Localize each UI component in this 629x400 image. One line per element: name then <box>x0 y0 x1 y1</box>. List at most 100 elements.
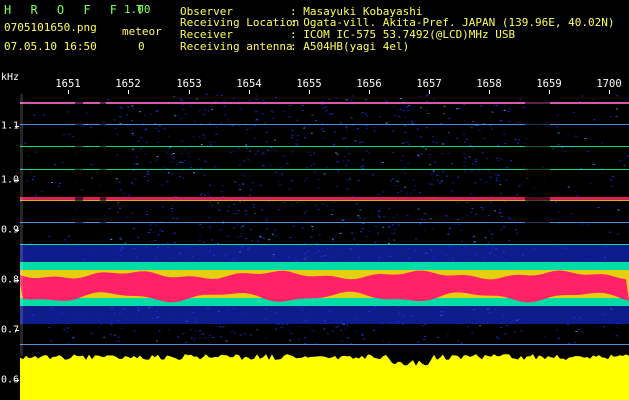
noise-speck <box>469 145 472 146</box>
noise-speck <box>279 183 282 185</box>
noise-speck <box>499 158 502 160</box>
noise-speck <box>131 120 133 122</box>
noise-speck <box>463 161 466 163</box>
noise-speck <box>281 327 284 329</box>
noise-speck <box>132 108 135 110</box>
noise-speck <box>190 337 193 339</box>
noise-speck <box>262 100 265 102</box>
noise-speck <box>145 128 148 130</box>
noise-speck <box>491 111 494 113</box>
noise-speck <box>417 341 420 343</box>
noise-speck <box>171 154 174 156</box>
noise-speck <box>295 143 298 145</box>
noise-speck <box>267 150 270 152</box>
noise-speck <box>497 175 500 177</box>
noise-speck <box>271 111 274 113</box>
noise-speck <box>147 180 150 182</box>
noise-speck <box>271 233 274 235</box>
noise-speck <box>213 166 216 168</box>
noise-speck <box>26 180 29 182</box>
noise-speck <box>129 193 132 195</box>
noise-speck <box>519 98 522 100</box>
noise-speck <box>283 201 286 203</box>
noise-speck <box>119 116 122 118</box>
noise-speck <box>394 115 397 117</box>
noise-speck <box>179 98 182 100</box>
noise-speck <box>346 188 349 190</box>
noise-speck <box>203 114 206 116</box>
noise-speck <box>193 120 196 122</box>
noise-speck <box>345 127 347 129</box>
noise-speck <box>59 182 61 184</box>
noise-speck <box>106 99 109 100</box>
noise-speck <box>364 113 367 115</box>
noise-speck <box>459 229 462 231</box>
noise-speck <box>417 208 420 210</box>
noise-speck <box>126 216 129 218</box>
noise-speck <box>499 208 501 210</box>
noise-speck <box>557 132 560 134</box>
noise-speck <box>310 132 313 134</box>
noise-speck <box>340 219 343 221</box>
datetime-label: 07.05.10 16:50 <box>4 40 97 53</box>
noise-speck <box>290 332 293 334</box>
noise-speck <box>500 193 503 195</box>
noise-speck <box>256 240 259 242</box>
noise-speck <box>269 164 272 166</box>
noise-speck <box>473 241 476 243</box>
noise-speck <box>261 113 264 115</box>
noise-speck <box>403 116 406 118</box>
noise-speck <box>603 326 606 328</box>
noise-speck <box>412 123 415 124</box>
noise-speck <box>522 106 525 108</box>
noise-speck <box>212 337 214 338</box>
noise-speck <box>508 121 511 123</box>
noise-speck <box>274 96 277 98</box>
header-panel: H R O F F T 1.00 0705101650.png 07.05.10… <box>0 0 629 72</box>
noise-speck <box>238 184 240 186</box>
noise-speck <box>464 157 467 159</box>
noise-speck <box>423 229 426 231</box>
noise-speck <box>145 211 148 213</box>
noise-speck <box>268 201 271 202</box>
noise-speck <box>118 341 121 342</box>
noise-speck <box>324 106 327 108</box>
noise-speck <box>290 180 293 182</box>
noise-speck <box>382 226 385 228</box>
noise-speck <box>346 324 349 326</box>
noise-speck <box>440 123 443 125</box>
noise-speck <box>198 239 201 241</box>
noise-speck <box>156 155 159 157</box>
noise-speck <box>552 148 555 150</box>
noise-speck <box>504 333 507 335</box>
noise-speck <box>333 143 336 145</box>
noise-speck <box>190 329 192 330</box>
noise-speck <box>170 208 173 209</box>
noise-speck <box>127 106 130 108</box>
noise-speck <box>343 156 346 157</box>
noise-speck <box>66 111 69 113</box>
noise-speck <box>244 238 247 240</box>
noise-speck <box>245 144 248 146</box>
noise-speck <box>382 191 385 193</box>
noise-speck <box>193 172 195 174</box>
noise-speck <box>453 223 456 225</box>
noise-speck <box>182 177 185 179</box>
noise-speck <box>228 206 231 208</box>
noise-speck <box>275 171 278 173</box>
noise-speck <box>238 164 241 166</box>
noise-speck <box>292 225 295 227</box>
noise-speck <box>177 336 180 338</box>
noise-speck <box>174 232 177 234</box>
noise-speck <box>485 181 487 183</box>
noise-speck <box>323 173 326 175</box>
noise-speck <box>140 148 143 150</box>
noise-speck <box>54 163 57 165</box>
noise-speck <box>396 109 399 111</box>
noise-speck <box>131 212 134 214</box>
noise-speck <box>423 219 426 220</box>
noise-speck <box>331 330 334 332</box>
noise-speck <box>184 113 187 115</box>
noise-speck <box>211 109 213 111</box>
noise-speck <box>245 214 248 216</box>
